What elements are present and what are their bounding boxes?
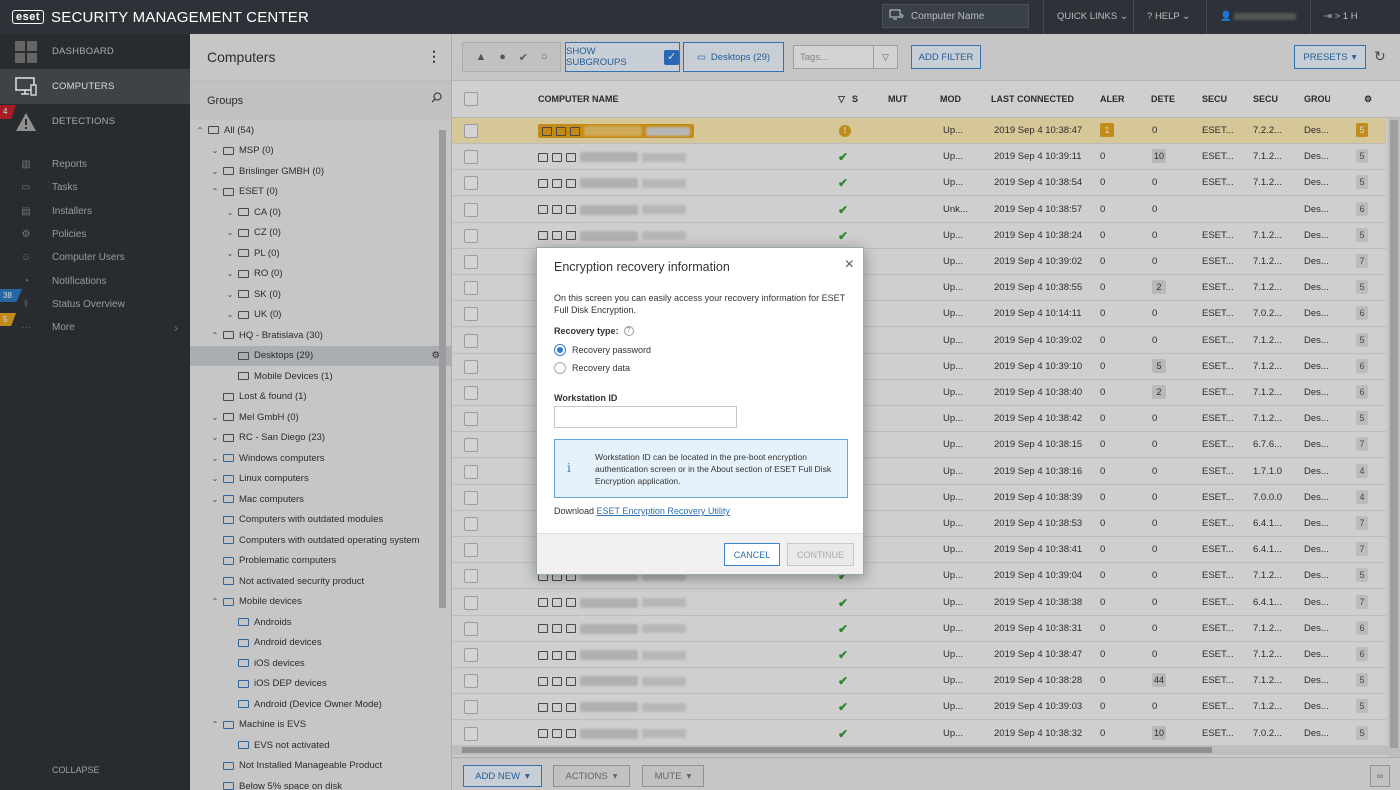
download-prefix: Download — [554, 506, 595, 516]
dialog-title: Encryption recovery information — [554, 260, 730, 274]
workstation-id-label: Workstation ID — [554, 393, 618, 403]
continue-button[interactable]: CONTINUE — [787, 543, 854, 566]
info-box: i Workstation ID can be located in the p… — [554, 439, 848, 498]
help-menu[interactable]: ? HELP ⌄ — [1133, 0, 1205, 34]
dialog-description: On this screen you can easily access you… — [554, 293, 845, 315]
info-text: Workstation ID can be located in the pre… — [595, 452, 832, 486]
radio-label: Recovery password — [572, 345, 652, 355]
encryption-recovery-dialog: Encryption recovery information × On thi… — [536, 247, 864, 575]
recovery-type-text: Recovery type: — [554, 326, 619, 336]
close-icon[interactable]: × — [845, 257, 854, 273]
workstation-id-input[interactable] — [554, 406, 737, 428]
search-input[interactable]: Computer Name — [911, 11, 984, 22]
quick-links-label: QUICK LINKS — [1057, 11, 1118, 22]
radio-label: Recovery data — [572, 363, 631, 373]
app-title: SECURITY MANAGEMENT CENTER — [51, 8, 310, 26]
computer-search[interactable]: Computer Name — [882, 4, 1029, 28]
cancel-button[interactable]: CANCEL — [724, 543, 780, 566]
username-blurred — [1234, 12, 1297, 20]
radio-unselected-icon — [554, 362, 566, 374]
monitor-search-icon — [883, 9, 911, 24]
eset-logo: eset — [12, 10, 45, 24]
chevron-down-icon: ⌄ — [1182, 11, 1191, 22]
logout-button[interactable]: ⇥ > 1 H — [1310, 0, 1400, 34]
radio-recovery-data[interactable]: Recovery data — [554, 362, 630, 374]
top-bar: eset SECURITY MANAGEMENT CENTER Computer… — [0, 0, 1400, 34]
help-icon: ? — [1147, 11, 1153, 22]
chevron-down-icon: ⌄ — [1119, 11, 1128, 22]
dialog-footer: CANCEL CONTINUE — [537, 533, 863, 574]
download-line: Download ESET Encryption Recovery Utilit… — [554, 506, 730, 516]
app-logo[interactable]: eset SECURITY MANAGEMENT CENTER — [12, 9, 309, 26]
radio-selected-icon — [554, 344, 566, 356]
logout-icon: ⇥ — [1324, 11, 1332, 22]
recovery-type-label: Recovery type:? — [554, 326, 634, 336]
info-icon: i — [567, 461, 571, 475]
quick-links-menu[interactable]: QUICK LINKS ⌄ — [1043, 0, 1132, 34]
session-timer: > 1 H — [1334, 11, 1358, 22]
help-label: HELP — [1154, 11, 1180, 22]
radio-recovery-password[interactable]: Recovery password — [554, 344, 651, 356]
help-icon[interactable]: ? — [623, 326, 634, 336]
user-menu[interactable]: 👤 — [1206, 0, 1309, 34]
user-icon: 👤 — [1220, 11, 1232, 22]
download-utility-link[interactable]: ESET Encryption Recovery Utility — [597, 506, 730, 516]
